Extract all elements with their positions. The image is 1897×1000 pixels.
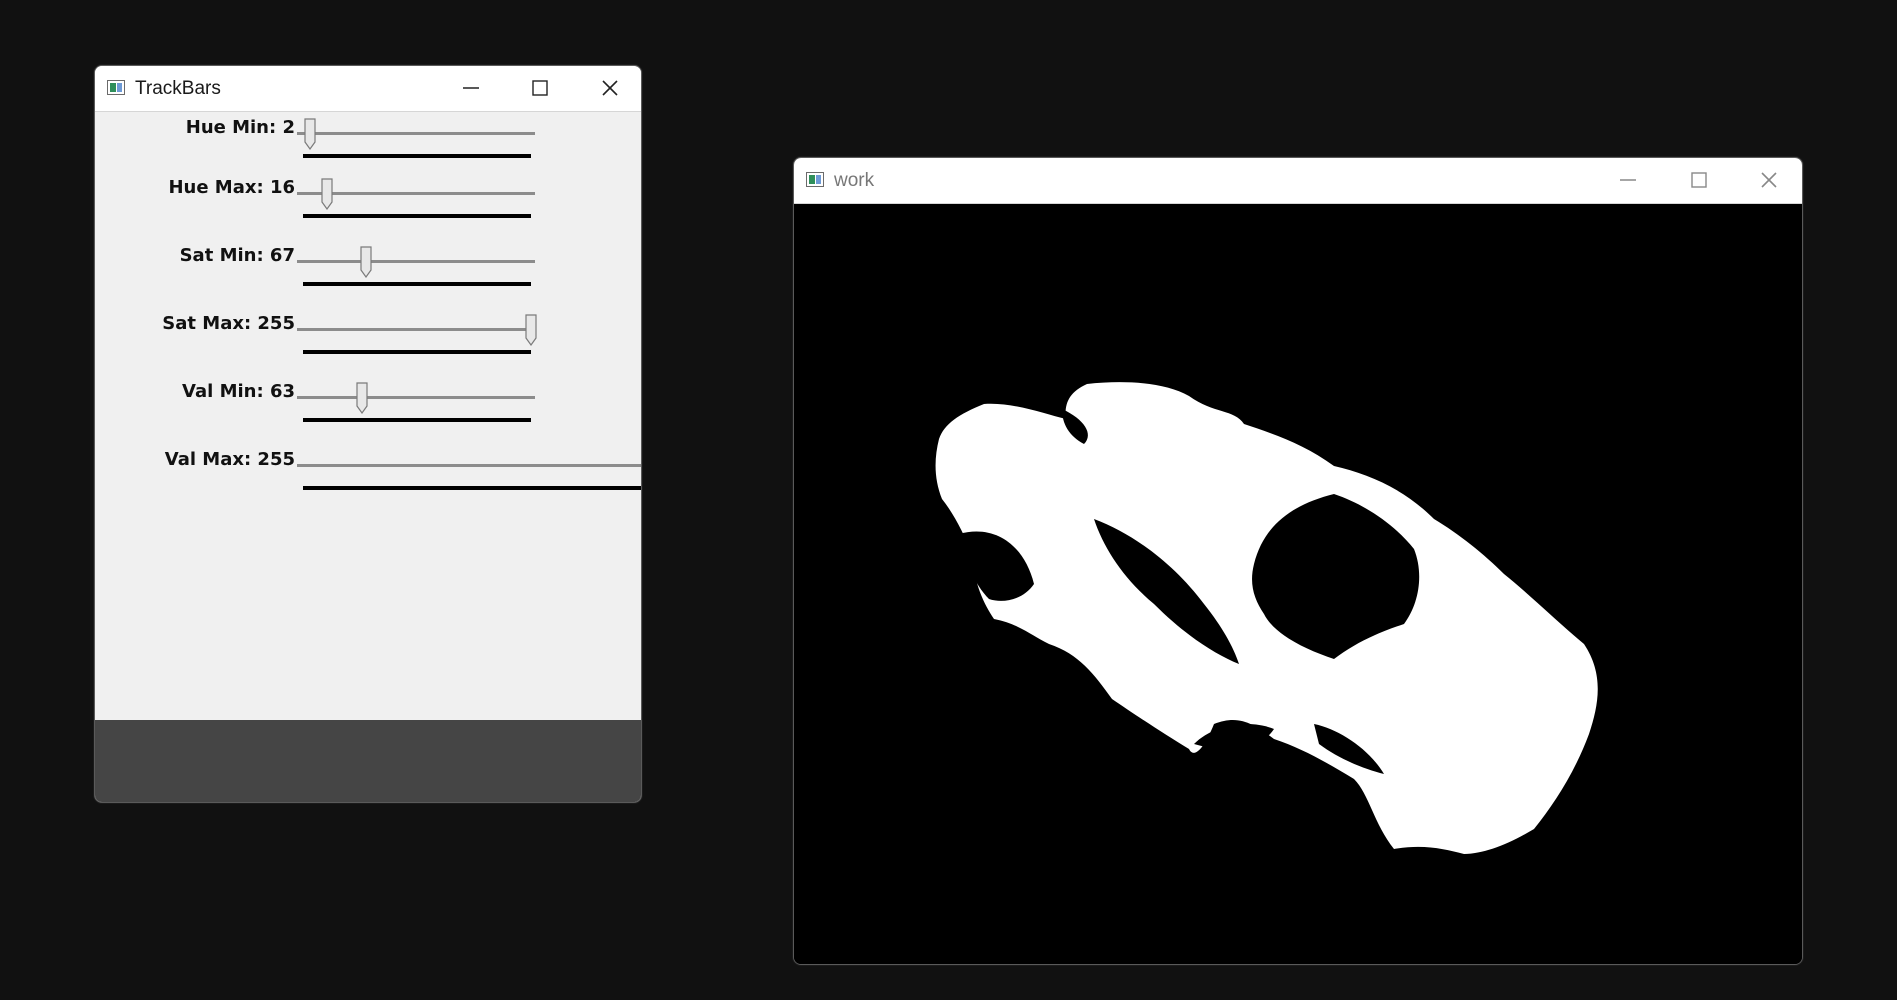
opencv-app-icon bbox=[806, 172, 824, 187]
trackbar-baseline bbox=[303, 486, 641, 490]
trackbar-groove[interactable] bbox=[297, 260, 535, 263]
trackbar-label: Hue Min: 2 bbox=[185, 117, 295, 138]
trackbar-label: Hue Max: 16 bbox=[168, 177, 295, 198]
trackbars-window: TrackBars Hue Min: 2 Hue Max: 16 Sat Min: … bbox=[94, 65, 642, 803]
trackbar-groove[interactable] bbox=[297, 328, 535, 331]
trackbar-baseline bbox=[303, 418, 531, 422]
maximize-button[interactable] bbox=[1669, 158, 1729, 203]
trackbar-label: Val Min: 63 bbox=[182, 381, 295, 402]
trackbar-baseline bbox=[303, 282, 531, 286]
trackbar-row: Hue Min: 2 bbox=[95, 112, 641, 172]
maximize-button[interactable] bbox=[510, 66, 570, 111]
minimize-icon bbox=[463, 87, 479, 89]
trackbar-label: Sat Min: 67 bbox=[179, 245, 295, 266]
trackbar-row: Val Max: 255 bbox=[95, 444, 641, 504]
trackbar-groove[interactable] bbox=[297, 396, 535, 399]
trackbar-baseline bbox=[303, 154, 531, 158]
trackbar-groove[interactable] bbox=[297, 464, 641, 467]
window-title: TrackBars bbox=[135, 78, 221, 99]
close-button[interactable] bbox=[580, 66, 640, 111]
mask-image bbox=[794, 204, 1802, 964]
trackbar-row: Val Min: 63 bbox=[95, 376, 641, 436]
trackbar-row: Sat Max: 255 bbox=[95, 308, 641, 368]
trackbar-thumb[interactable] bbox=[356, 382, 368, 414]
maximize-icon bbox=[1691, 172, 1707, 188]
window-title: work bbox=[834, 170, 875, 191]
work-window: work bbox=[793, 157, 1803, 965]
minimize-icon bbox=[1620, 179, 1636, 181]
trackbar-label: Sat Max: 255 bbox=[162, 313, 295, 334]
trackbar-baseline bbox=[303, 350, 531, 354]
title-bar[interactable]: TrackBars bbox=[95, 66, 641, 112]
trackbar-baseline bbox=[303, 214, 531, 218]
trackbar-thumb[interactable] bbox=[303, 118, 316, 150]
close-icon bbox=[602, 80, 618, 96]
trackbar-thumb[interactable] bbox=[525, 314, 537, 346]
maximize-icon bbox=[532, 80, 548, 96]
minimize-button[interactable] bbox=[1598, 158, 1658, 203]
status-bar bbox=[95, 720, 641, 802]
trackbar-thumb[interactable] bbox=[360, 246, 372, 278]
close-icon bbox=[1761, 172, 1777, 188]
trackbar-groove[interactable] bbox=[297, 132, 535, 135]
trackbar-label: Val Max: 255 bbox=[164, 449, 295, 470]
slider-panel: Hue Min: 2 Hue Max: 16 Sat Min: 67 Sat Max:… bbox=[95, 112, 641, 720]
trackbar-row: Hue Max: 16 bbox=[95, 172, 641, 232]
trackbar-thumb[interactable] bbox=[321, 178, 333, 210]
minimize-button[interactable] bbox=[441, 66, 501, 111]
close-button[interactable] bbox=[1739, 158, 1799, 203]
trackbar-row: Sat Min: 67 bbox=[95, 240, 641, 300]
opencv-app-icon bbox=[107, 80, 125, 95]
title-bar[interactable]: work bbox=[794, 158, 1802, 204]
